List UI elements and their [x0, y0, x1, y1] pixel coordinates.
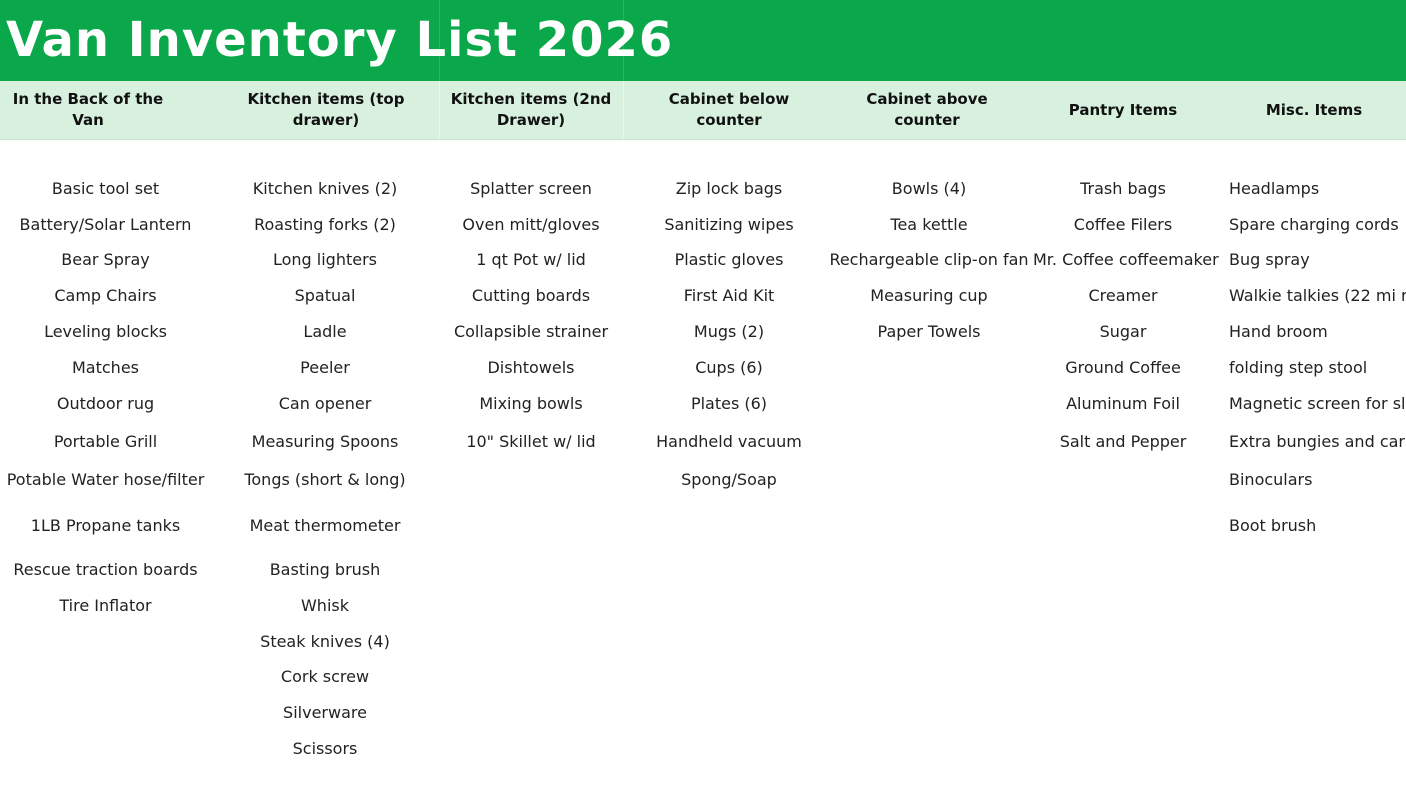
list-item: Plates (6) [690, 394, 768, 413]
list-item: 1LB Propane tanks [30, 516, 181, 535]
list-item: Steak knives (4) [260, 632, 390, 651]
list-item: Cutting boards [471, 286, 591, 305]
list-item: Walkie talkies (22 mi rang [1229, 286, 1406, 305]
list-item: Rescue traction boards [13, 560, 198, 579]
list-item: Battery/Solar Lantern [19, 215, 192, 234]
list-item: Meat thermometer [249, 516, 401, 535]
header-divider [623, 81, 624, 139]
list-item: Collapsible strainer [453, 322, 609, 341]
list-item: Zip lock bags [675, 179, 783, 198]
list-item: Scissors [292, 739, 358, 758]
list-item: Binoculars [1229, 470, 1313, 489]
list-item: Roasting forks (2) [254, 215, 396, 234]
list-item: Silverware [283, 703, 367, 722]
list-item: Long lighters [272, 250, 378, 269]
list-item: Sugar [1099, 322, 1147, 341]
list-item: Tire Inflator [59, 596, 152, 615]
list-item: Cups (6) [695, 358, 763, 377]
list-item: Measuring cup [870, 286, 988, 305]
list-item: Camp Chairs [54, 286, 157, 305]
list-item: Spare charging cords [1229, 215, 1399, 234]
list-item: Spatual [294, 286, 356, 305]
list-item: Mixing bowls [479, 394, 583, 413]
list-item: Sanitizing wipes [664, 215, 794, 234]
list-item: First Aid Kit [683, 286, 775, 305]
list-item: Peeler [300, 358, 350, 377]
list-item: Whisk [300, 596, 349, 615]
list-item: Portable Grill [53, 432, 158, 451]
list-item: Creamer [1088, 286, 1158, 305]
list-item: Bug spray [1229, 250, 1310, 269]
list-item: Kitchen knives (2) [252, 179, 398, 198]
list-item: Salt and Pepper [1059, 432, 1187, 451]
list-item: Extra bungies and caribi [1229, 432, 1406, 451]
list-item: Basting brush [269, 560, 381, 579]
column-back-of-van: Basic tool set Battery/Solar Lantern Bea… [0, 0, 211, 791]
list-item: Handheld vacuum [656, 432, 802, 451]
list-item: Trash bags [1080, 179, 1166, 198]
list-item: Magnetic screen for slidi [1229, 394, 1406, 413]
list-item: Leveling blocks [44, 322, 167, 341]
list-item: Bear Spray [61, 250, 150, 269]
list-item: Headlamps [1229, 179, 1320, 198]
list-item: Ground Coffee [1065, 358, 1181, 377]
column-kitchen-top-drawer: Kitchen knives (2) Roasting forks (2) Lo… [215, 0, 435, 791]
list-item: Boot brush [1229, 516, 1317, 535]
list-item: Basic tool set [51, 179, 160, 198]
list-item: Cork screw [280, 667, 370, 686]
list-item: Coffee Filers [1073, 215, 1173, 234]
column-cabinet-below: Zip lock bags Sanitizing wipes Plastic g… [634, 0, 824, 791]
list-item: Matches [72, 358, 139, 377]
list-item: Rechargeable clip-on fan [829, 250, 1029, 269]
list-item: Aluminum Foil [1066, 394, 1180, 413]
list-item: Can opener [278, 394, 372, 413]
column-misc: Headlamps Spare charging cords Bug spray… [1229, 0, 1406, 791]
list-item: Dishtowels [487, 358, 575, 377]
column-cabinet-above: Bowls (4) Tea kettle Rechargeable clip-o… [829, 0, 1029, 791]
column-kitchen-2nd-drawer: Splatter screen Oven mitt/gloves 1 qt Po… [441, 0, 621, 791]
list-item: Oven mitt/gloves [462, 215, 600, 234]
list-item: Splatter screen [470, 179, 592, 198]
list-item: Paper Towels [877, 322, 981, 341]
list-item: Spong/Soap [681, 470, 777, 489]
list-item: Ladle [303, 322, 347, 341]
list-item: folding step stool [1229, 358, 1368, 377]
list-item: 1 qt Pot w/ lid [476, 250, 586, 269]
list-item: Tea kettle [890, 215, 968, 234]
list-item: Bowls (4) [891, 179, 967, 198]
list-item: Hand broom [1229, 322, 1328, 341]
list-item: Mr. Coffee coffeemaker [1033, 250, 1219, 269]
list-item: Measuring Spoons [251, 432, 399, 451]
column-pantry: Trash bags Coffee Filers Mr. Coffee coff… [1033, 0, 1219, 791]
list-item: 10" Skillet w/ lid [466, 432, 596, 451]
list-item: Potable Water hose/filter [6, 470, 205, 489]
list-item: Plastic gloves [674, 250, 784, 269]
list-item: Tongs (short & long) [244, 470, 406, 489]
list-item: Outdoor rug [56, 394, 155, 413]
list-item: Mugs (2) [693, 322, 765, 341]
